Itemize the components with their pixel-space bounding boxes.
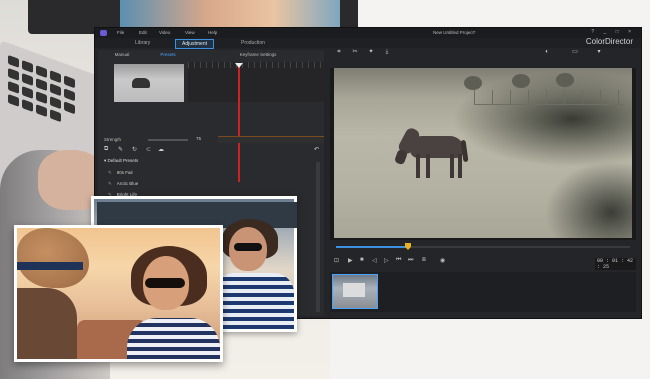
menu-view[interactable]: View <box>185 30 195 35</box>
prev-frame-icon[interactable]: ◁ <box>372 257 377 264</box>
driver <box>17 288 77 359</box>
strength-value[interactable]: 75 <box>196 136 201 141</box>
tab-presets[interactable]: Presets <box>148 50 188 59</box>
thumbnail-horse <box>132 78 150 88</box>
photo-print-front <box>14 225 223 362</box>
fx-icon[interactable]: ✦ <box>367 49 375 56</box>
tab-keyframe-settings[interactable]: Keyframe Settings <box>218 50 298 59</box>
preset-item[interactable]: ✎ Arctic Blue <box>108 181 138 187</box>
horse-head <box>393 148 409 166</box>
preview-image <box>334 68 632 238</box>
striped-shirt <box>127 318 220 359</box>
play-icon[interactable]: ▶ <box>348 257 353 264</box>
mode-adjustment[interactable]: Adjustment <box>175 39 215 49</box>
playhead-line <box>238 64 240 182</box>
pen-icon: ✎ <box>108 170 112 175</box>
filmstrip <box>330 272 636 312</box>
import-icon[interactable]: ⧉ <box>104 146 108 153</box>
menu-video[interactable]: Video <box>159 30 170 35</box>
forward-icon[interactable]: ⏭ <box>408 257 413 264</box>
strength-slider[interactable] <box>148 139 188 141</box>
tree <box>512 74 530 88</box>
sunglasses <box>234 243 262 251</box>
fence <box>474 90 624 105</box>
stop-icon[interactable]: ■ <box>360 257 364 263</box>
tab-manual[interactable]: Manual <box>104 50 140 59</box>
tree <box>464 76 482 90</box>
scrubber-handle[interactable] <box>405 243 411 250</box>
window-controls[interactable]: ? _ □ × <box>591 29 635 35</box>
menu-edit[interactable]: Edit <box>139 30 147 35</box>
mode-bar: Library Adjustment Production <box>95 38 641 49</box>
undo-icon[interactable]: ↶ <box>314 146 319 153</box>
preset-toolbar: ⧉ ✎ ↻ ⊂ ☁ ↶ <box>98 146 324 156</box>
tag-icon[interactable]: ⊂ <box>146 146 151 153</box>
menu-file[interactable]: File <box>117 30 124 35</box>
crop-icon[interactable]: ⌗ <box>335 49 343 56</box>
brand-name: ColorDirector <box>585 37 633 46</box>
strength-keyframe-track <box>218 136 324 143</box>
straw-hat <box>17 228 89 288</box>
export-icon[interactable]: ⤓ <box>383 49 391 56</box>
colordirector-logo-icon <box>100 30 107 36</box>
horse-leg <box>458 154 462 178</box>
mark-icon[interactable]: ⊡ <box>334 257 339 264</box>
zoom-select-icon[interactable]: ▾ <box>595 49 603 56</box>
rewind-icon[interactable]: ⏮ <box>396 257 401 264</box>
cloud-icon[interactable]: ☁ <box>158 146 164 153</box>
horse-leg <box>450 154 454 178</box>
sunglasses <box>145 278 185 288</box>
clip-thumbnail[interactable] <box>332 274 378 309</box>
preview-viewer <box>330 68 636 240</box>
strength-label: Strength <box>104 137 122 142</box>
title-bar: File Edit Video View Help New Untitled P… <box>95 28 641 38</box>
timeline-ruler <box>188 62 324 68</box>
layout-icon[interactable]: ▭ <box>571 49 579 56</box>
project-title: New Untitled Project* <box>433 30 476 35</box>
striped-shirt <box>214 273 294 329</box>
preset-scrollbar[interactable] <box>316 162 320 312</box>
section-title: ▾ Default Presets <box>104 158 139 163</box>
scrubber-progress <box>336 246 408 248</box>
hat-band <box>17 262 83 270</box>
preset-item[interactable]: ✎ 80s Fair <box>108 170 133 176</box>
preset-label: 80s Fair <box>116 170 134 175</box>
compare-icon[interactable]: ◐ <box>543 49 551 56</box>
rotate-icon[interactable]: ↻ <box>132 146 137 153</box>
timecode: 00 : 01 : 42 : 25 <box>595 258 636 270</box>
playback-controls: ⊡ ▶ ■ ◁ ▷ ⏮ ⏭ ⧈ ◉ 00 : 01 : 42 : 25 <box>330 256 636 270</box>
scrubber[interactable] <box>330 243 636 253</box>
clip-thumbnail-image <box>343 283 365 297</box>
tree <box>556 73 574 87</box>
horse-leg <box>426 154 430 178</box>
menu-help[interactable]: Help <box>208 30 217 35</box>
eye-icon[interactable]: ◉ <box>440 257 445 264</box>
photo-image <box>17 228 220 359</box>
brush-icon[interactable]: ✎ <box>118 146 123 153</box>
split-icon[interactable]: ✂ <box>351 49 359 56</box>
default-presets-label: Default Presets <box>107 158 139 163</box>
snapshot-icon[interactable]: ⧈ <box>422 257 426 264</box>
pen-icon: ✎ <box>108 181 112 186</box>
preset-label: Arctic Blue <box>116 181 139 186</box>
mode-production[interactable]: Production <box>235 39 271 47</box>
laptop-screen-photo <box>120 0 340 28</box>
keyframe-timeline[interactable] <box>188 62 324 102</box>
mode-library[interactable]: Library <box>129 39 156 47</box>
playhead-handle[interactable] <box>235 63 243 68</box>
next-frame-icon[interactable]: ▷ <box>384 257 389 264</box>
horse-leg <box>416 154 420 178</box>
